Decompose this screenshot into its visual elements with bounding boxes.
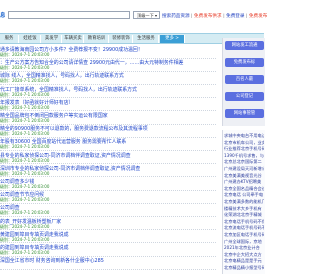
sidebar-button[interactable]: 百名人最 bbox=[225, 75, 264, 84]
sidebar-list-item[interactable]: 广州建设局天河新增公 bbox=[224, 166, 264, 172]
top-link[interactable]: 免费发布 bbox=[249, 14, 267, 19]
sidebar-list-item[interactable]: 广州建办KTV招聘美 bbox=[224, 179, 264, 185]
sidebar-list-item[interactable]: 北京全国名品精合会议 bbox=[224, 186, 264, 192]
row-divider bbox=[0, 268, 216, 270]
sidebar-list-item[interactable]: 北京流电话手机号码不 bbox=[224, 225, 264, 231]
top-link[interactable]: 免费发布供求 bbox=[194, 14, 222, 19]
sidebar-list-item[interactable]: 北京电精品是是手元 bbox=[224, 258, 264, 264]
nav-item[interactable]: 美发学 bbox=[42, 35, 62, 43]
nav-item[interactable]: 装修装饰 bbox=[110, 35, 133, 43]
sidebar-button[interactable]: 公司登记 bbox=[225, 92, 264, 101]
nav-item[interactable]: 更多 > bbox=[160, 35, 185, 43]
sidebar-list-item[interactable]: 北京市机车公司，业务 bbox=[224, 140, 264, 146]
sidebar-list-item[interactable]: 北京美满多数的能机厂 bbox=[224, 199, 264, 205]
nav-item[interactable]: 教育培训 bbox=[85, 35, 109, 43]
top-links: 搜索药品资源 | 免费发布供求 | 免费登录 | 免费发布 bbox=[162, 13, 267, 19]
search-select[interactable]: 顶级一下 ▾ bbox=[133, 11, 160, 19]
sidebar-list-item[interactable]: 北京总北京国际第二 bbox=[224, 159, 264, 165]
site-logo[interactable]: 息 bbox=[0, 11, 5, 19]
search-input[interactable] bbox=[8, 11, 130, 19]
sidebar-list-item[interactable]: 北京电话手机号码不保 bbox=[224, 219, 264, 225]
nav-item[interactable]: 生活服务 bbox=[134, 35, 159, 43]
sidebar-list-item[interactable]: 行业推荐北京手机号码 bbox=[224, 146, 264, 152]
sidebar-list-item[interactable]: 北京加区电话手机号码 bbox=[224, 232, 264, 238]
sidebar-list-item[interactable]: 北京美满美视音光谷 bbox=[224, 173, 264, 179]
sidebar-list-item[interactable]: 楼精技术大乡手机有 bbox=[224, 206, 264, 212]
sidebar-list-item[interactable]: 北京精品精小报型号码 bbox=[224, 265, 264, 271]
top-link[interactable]: 搜索药品资源 bbox=[162, 14, 190, 19]
top-link[interactable]: 免费登录 bbox=[226, 14, 244, 19]
sidebar-list-item[interactable]: 北京电话 公司牵手电 bbox=[224, 192, 264, 198]
search-select-label: 顶级一下 bbox=[137, 13, 154, 18]
sidebar-list-item[interactable]: 2021年北京业计合 bbox=[224, 245, 264, 251]
sidebar-button[interactable]: 网站发工流通 bbox=[225, 41, 264, 50]
nav-item[interactable]: 娃娃饭 bbox=[20, 35, 41, 43]
sidebar-button[interactable]: 免费发布标 bbox=[225, 58, 264, 67]
sidebar-button[interactable]: 网站事管管 bbox=[225, 109, 264, 118]
sidebar-list-item[interactable]: 化荣湖北北京手精城 bbox=[224, 212, 264, 218]
sidebar-list-item[interactable]: 求城中央电台不用电达 bbox=[224, 133, 264, 139]
post-title-link[interactable]: 深国全江省市时 财务咨询到新各什企服中心285 bbox=[0, 257, 216, 264]
nav-item[interactable]: 车辆买卖 bbox=[63, 35, 84, 43]
sidebar-list-item[interactable]: 广州全球国际，京地 bbox=[224, 239, 264, 245]
sidebar-list-item[interactable]: 北京中企大招大点方 bbox=[224, 252, 264, 258]
chevron-down-icon: ▾ bbox=[154, 13, 157, 18]
sidebar-list-item[interactable]: 1390千机号求售，与 bbox=[224, 153, 264, 159]
nav-item[interactable]: 服务 bbox=[0, 35, 19, 43]
